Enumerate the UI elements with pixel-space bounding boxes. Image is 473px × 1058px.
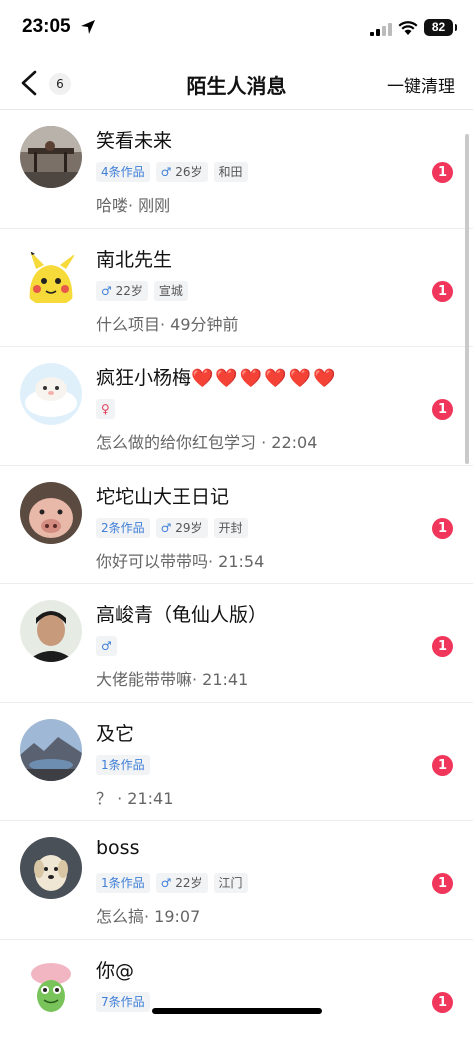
location-tag: 宣城 xyxy=(154,281,188,301)
tag-group: 4条作品 ♂ 26岁 和田 xyxy=(96,162,248,182)
message-preview: 你好可以带带吗· 21:54 xyxy=(96,548,264,572)
tag-group: ♂ 22岁 宣城 xyxy=(96,281,188,301)
status-time: 23:05 xyxy=(22,16,71,38)
avatar[interactable] xyxy=(20,719,82,781)
message-row[interactable]: 你@ 7条作品 1 xyxy=(0,940,473,1058)
unread-badge: 1 xyxy=(432,992,453,1013)
unread-badge: 1 xyxy=(432,518,453,539)
unread-badge: 1 xyxy=(432,873,453,894)
male-icon: ♂ xyxy=(96,636,117,656)
message-row[interactable]: 南北先生 ♂ 22岁 宣城 什么项目· 49分钟前 1 xyxy=(0,229,473,348)
avatar[interactable] xyxy=(20,482,82,544)
cellular-signal-icon xyxy=(370,22,392,36)
contact-name: 笑看未来 xyxy=(96,126,172,153)
location-tag: 江门 xyxy=(214,873,248,893)
message-row[interactable]: 坨坨山大王日记 2条作品 ♂ 29岁 开封 你好可以带带吗· 21:54 1 xyxy=(0,466,473,585)
works-count-tag: 2条作品 xyxy=(96,518,150,538)
message-row[interactable]: 疯狂小杨梅❤️❤️❤️❤️❤️❤️ ♀ 怎么做的给你红包学习 · 22:04 1 xyxy=(0,347,473,466)
avatar[interactable] xyxy=(20,363,82,425)
location-tag: 和田 xyxy=(214,162,248,182)
message-preview: 怎么搞· 19:07 xyxy=(96,903,200,927)
clear-all-button[interactable]: 一键清理 xyxy=(387,72,455,97)
avatar[interactable] xyxy=(20,837,82,899)
message-row[interactable]: 笑看未来 4条作品 ♂ 26岁 和田 哈喽· 刚刚 1 xyxy=(0,110,473,229)
message-preview: 怎么做的给你红包学习 · 22:04 xyxy=(96,429,317,453)
status-bar: 23:05 82 xyxy=(0,0,473,58)
message-row[interactable]: 高峻青（龟仙人版） ♂ 大佬能带带嘛· 21:41 1 xyxy=(0,584,473,703)
female-icon: ♀ xyxy=(96,399,115,419)
tag-group: 2条作品 ♂ 29岁 开封 xyxy=(96,518,248,538)
male-icon: ♂ xyxy=(161,165,172,179)
unread-badge: 1 xyxy=(432,636,453,657)
battery-indicator: 82 xyxy=(424,19,453,36)
wifi-icon xyxy=(398,20,418,36)
scrollbar[interactable] xyxy=(465,134,469,464)
tag-group: ♀ xyxy=(96,399,115,419)
contact-name: 你@ xyxy=(96,956,134,983)
male-icon: ♂ xyxy=(161,876,172,890)
avatar[interactable] xyxy=(20,126,82,188)
works-count-tag: 4条作品 xyxy=(96,162,150,182)
works-count-tag: 1条作品 xyxy=(96,755,150,775)
message-row[interactable]: boss 1条作品 ♂ 22岁 江门 怎么搞· 19:07 1 xyxy=(0,821,473,940)
tag-group: ♂ xyxy=(96,636,117,656)
avatar[interactable] xyxy=(20,956,82,1018)
avatar[interactable] xyxy=(20,600,82,662)
nav-bar: 6 陌生人消息 一键清理 xyxy=(0,58,473,110)
unread-badge: 1 xyxy=(432,281,453,302)
age-label: 22岁 xyxy=(175,876,202,890)
works-count-tag: 1条作品 xyxy=(96,873,150,893)
message-preview: 大佬能带带嘛· 21:41 xyxy=(96,666,248,690)
message-row[interactable]: 及它 1条作品 ？ · 21:41 1 xyxy=(0,703,473,822)
contact-name: 及它 xyxy=(96,719,134,746)
male-icon: ♂ xyxy=(101,284,112,298)
unread-badge: 1 xyxy=(432,755,453,776)
name-text: 疯狂小杨梅 xyxy=(96,367,191,389)
home-indicator[interactable] xyxy=(152,1008,322,1014)
gender-age-tag: ♂ 22岁 xyxy=(96,281,148,301)
unread-badge: 1 xyxy=(432,162,453,183)
unread-badge: 1 xyxy=(432,399,453,420)
works-count-tag: 7条作品 xyxy=(96,992,150,1012)
gender-age-tag: ♂ 29岁 xyxy=(156,518,208,538)
message-preview: 什么项目· 49分钟前 xyxy=(96,311,239,335)
location-tag: 开封 xyxy=(214,518,248,538)
heart-emoji-group: ❤️❤️❤️❤️❤️❤️ xyxy=(191,368,337,389)
age-label: 29岁 xyxy=(175,521,202,535)
gender-age-tag: ♂ 26岁 xyxy=(156,162,208,182)
male-icon: ♂ xyxy=(161,521,172,535)
message-preview: ？ · 21:41 xyxy=(96,785,173,809)
age-label: 26岁 xyxy=(175,165,202,179)
contact-name: 高峻青（龟仙人版） xyxy=(96,600,267,627)
contact-name: 南北先生 xyxy=(96,245,172,272)
contact-name: 坨坨山大王日记 xyxy=(96,482,229,509)
tag-group: 1条作品 ♂ 22岁 江门 xyxy=(96,873,248,893)
gender-age-tag: ♂ 22岁 xyxy=(156,873,208,893)
tag-group: 1条作品 xyxy=(96,755,150,775)
contact-name: 疯狂小杨梅❤️❤️❤️❤️❤️❤️ xyxy=(96,363,338,390)
avatar[interactable] xyxy=(20,245,82,307)
contact-name: boss xyxy=(96,837,139,859)
age-label: 22岁 xyxy=(116,284,143,298)
message-preview: 哈喽· 刚刚 xyxy=(96,192,170,216)
message-list: 笑看未来 4条作品 ♂ 26岁 和田 哈喽· 刚刚 1 南北先生 ♂ 22岁 宣… xyxy=(0,110,473,1058)
location-arrow-icon xyxy=(80,19,96,35)
tag-group: 7条作品 xyxy=(96,992,150,1012)
